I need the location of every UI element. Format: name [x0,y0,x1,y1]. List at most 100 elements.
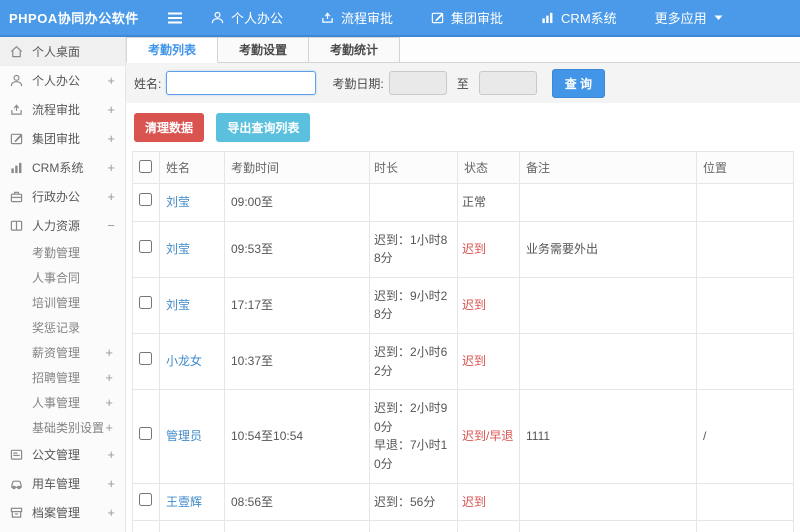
row-checkbox-cell [132,276,160,334]
sidebar-item-10[interactable]: 项目管理+ [0,527,125,532]
hamburger-icon [167,11,183,25]
cell-location: / [696,389,794,484]
tab-0[interactable]: 考勤列表 [126,37,219,63]
sidebar-subitem-6-2[interactable]: 培训管理 [0,290,125,315]
topnav-item-label: 流程审批 [341,11,394,26]
sidebar: 个人桌面个人办公 + 流程审批 + 集团审批 + CRM系统 + 行政办公 + 人力资源 − 考勤管理人… [0,37,126,532]
tab-1[interactable]: 考勤设置 [218,37,310,63]
chart-icon [10,161,25,174]
status-badge: 迟到 [462,241,487,256]
table-row: 刘莹 17:17至 迟到：9小时28分 迟到 [132,276,794,334]
tab-2[interactable]: 考勤统计 [309,37,401,63]
sidebar-subitem-6-3[interactable]: 奖惩记录 [0,315,125,340]
expand-icon: + [105,345,113,360]
row-checkbox[interactable] [139,239,152,253]
row-checkbox-cell [132,482,160,522]
sidebar-item-9[interactable]: 档案管理 + [0,498,125,527]
cell-note [519,183,697,222]
row-checkbox[interactable] [139,492,152,506]
cell-status: 迟到 [457,332,520,391]
cell-status: 迟到 [457,276,520,334]
chart-icon [541,11,554,24]
cell-time: 13:20至13:20 [224,520,370,532]
table-row: 王壹辉 08:56至 迟到：56分 迟到 [132,482,794,522]
attendance-table-wrap: 姓名 考勤时间 时长 状态 备注 位置 刘莹 09:00至 正常 刘莹 09:53至 迟到… [132,151,794,532]
share-icon [10,103,25,116]
table-row: 刘莹 09:00至 正常 [132,183,794,222]
row-checkbox[interactable] [139,427,152,441]
user-icon [10,74,25,87]
expand-icon: + [105,420,113,435]
cell-note [519,332,697,391]
status-badge: 迟到 [462,298,487,313]
sidebar-subitem-6-5[interactable]: 招聘管理 + [0,365,125,390]
date-to-input[interactable] [478,71,537,95]
sidebar-item-8[interactable]: 用车管理 + [0,469,125,498]
sidebar-item-3[interactable]: 集团审批 + [0,124,125,153]
employee-name-link[interactable]: 王壹辉 [166,495,202,509]
app-logo[interactable]: PHPOA协同办公软件 [0,8,150,27]
status-badge: 正常 [462,195,487,209]
cell-name: 管理员 [159,389,225,484]
sidebar-item-2[interactable]: 流程审批 + [0,95,125,124]
table-row: 管理员 10:54至10:54 迟到：2小时90分 早退：7小时10分 迟到/早退 111… [132,389,794,484]
sidebar-subitem-label: 薪资管理 [32,346,81,360]
topnav-item-label: 个人办公 [231,11,284,26]
employee-name-link[interactable]: 小龙女 [166,354,202,368]
cell-name: 刘莹 [159,220,225,278]
row-checkbox[interactable] [139,352,152,366]
edit-icon [431,11,444,24]
cell-status: 正常 [457,183,520,222]
export-list-button[interactable]: 导出查询列表 [216,113,311,142]
sidebar-toggle-button[interactable] [158,11,192,25]
name-filter-input[interactable] [166,71,317,95]
row-checkbox[interactable] [139,193,152,206]
topnav-item-1[interactable]: 流程审批 [302,0,412,35]
cell-location [696,332,794,391]
sidebar-subitem-label: 奖惩记录 [32,321,81,335]
topnav-item-2[interactable]: 集团审批 [412,0,522,35]
sidebar-item-4[interactable]: CRM系统 + [0,153,125,182]
sidebar-subitem-6-6[interactable]: 人事管理 + [0,390,125,415]
row-checkbox-cell [132,220,160,278]
date-from-input[interactable] [388,71,447,95]
sidebar-subitem-6-0[interactable]: 考勤管理 [0,240,125,265]
sidebar-subitem-6-4[interactable]: 薪资管理 + [0,340,125,365]
col-header-time: 考勤时间 [224,151,370,184]
sidebar-subitem-6-1[interactable]: 人事合同 [0,265,125,290]
cell-location [696,482,794,522]
sidebar-item-7[interactable]: 公文管理 + [0,440,125,469]
clear-data-button[interactable]: 清理数据 [134,113,205,142]
sidebar-subitem-6-7[interactable]: 基础类别设置 + [0,415,125,440]
caret-down-icon [714,14,723,21]
employee-name-link[interactable]: 刘莹 [166,242,190,256]
col-header-duration: 时长 [369,151,458,184]
cell-status: 迟到 [457,482,520,522]
cell-status: 迟到/早退 [457,389,520,484]
search-button[interactable]: 查 询 [551,68,606,98]
sidebar-item-1[interactable]: 个人办公 + [0,66,125,95]
sidebar-subitem-label: 招聘管理 [32,371,81,385]
expand-icon: + [107,73,115,88]
cell-note: 业务需要外出 [519,220,697,278]
topnav-item-0[interactable]: 个人办公 [192,0,302,35]
cell-note [519,276,697,334]
cell-duration: 迟到：2小时90分 早退：7小时10分 [369,389,458,484]
cell-time: 08:56至 [224,482,370,522]
topnav-item-3[interactable]: CRM系统 [522,0,636,35]
employee-name-link[interactable]: 刘莹 [166,195,190,209]
sidebar-item-label: 个人办公 [32,74,81,88]
employee-name-link[interactable]: 管理员 [166,429,202,443]
row-checkbox[interactable] [139,296,152,310]
sidebar-item-5[interactable]: 行政办公 + [0,182,125,211]
sidebar-subitem-label: 考勤管理 [32,246,81,260]
name-filter-label: 姓名: [134,76,162,91]
cell-duration: 迟到：2小时62分 [369,332,458,391]
attendance-table: 姓名 考勤时间 时长 状态 备注 位置 刘莹 09:00至 正常 刘莹 09:53至 迟到… [132,151,794,532]
cell-duration: 迟到：5小时33分早退：4小时67分 [369,520,458,532]
select-all-checkbox[interactable] [139,159,152,173]
sidebar-item-0[interactable]: 个人桌面 [0,37,125,66]
sidebar-item-6[interactable]: 人力资源 − [0,211,125,240]
employee-name-link[interactable]: 刘莹 [166,298,190,312]
topnav-item-4[interactable]: 更多应用 [636,0,742,35]
